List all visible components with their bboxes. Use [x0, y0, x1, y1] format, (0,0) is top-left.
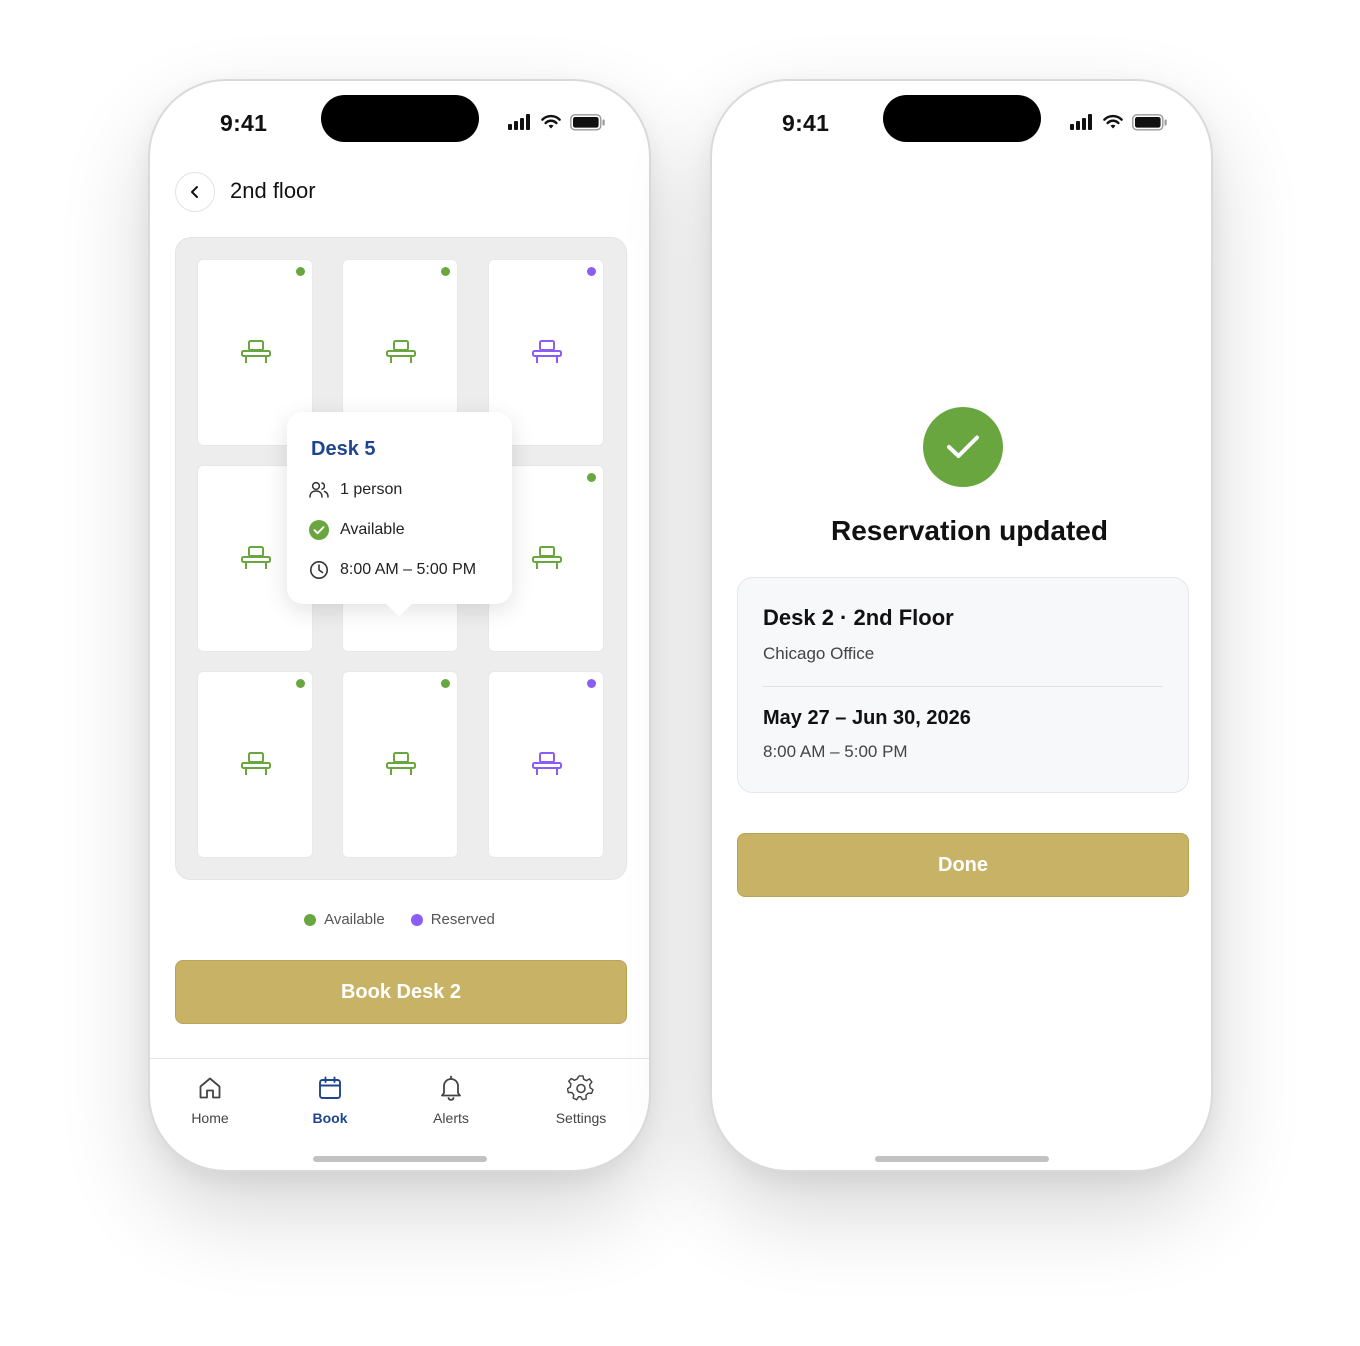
home-icon: [195, 1073, 225, 1103]
reserved-dot: [410, 913, 423, 926]
tooltip-capacity: 1 person: [309, 480, 402, 500]
bell-icon: [436, 1073, 466, 1103]
legend-available: Available: [304, 911, 385, 928]
tab-home[interactable]: Home: [160, 1073, 260, 1126]
status-dot: [587, 679, 596, 688]
desk-tile-8[interactable]: [342, 671, 458, 858]
chevron-left-icon: [191, 186, 198, 198]
clock-icon: [309, 560, 329, 580]
dynamic-island: [883, 95, 1041, 142]
summary-location: Chicago Office: [763, 644, 875, 663]
reservation-summary-card: Desk 2 · 2nd Floor Chicago Office May 27…: [737, 577, 1189, 793]
wifi-icon: [1103, 114, 1123, 129]
tab-alerts[interactable]: Alerts: [401, 1073, 501, 1126]
tooltip-capacity-text: 1 person: [340, 481, 403, 498]
check-circle-icon: [309, 520, 329, 540]
legend-available-label: Available: [324, 911, 385, 928]
tooltip-title: Desk 5: [311, 438, 376, 460]
signal-icon: [508, 114, 530, 130]
tab-home-label: Home: [191, 1110, 229, 1126]
desk-tooltip: Desk 5 1 person Available 8:00 AM – 5:00…: [287, 412, 512, 604]
status-time: 9:41: [782, 110, 830, 136]
desk-icon: [386, 340, 416, 363]
desk-icon: [386, 752, 416, 775]
summary-dates: May 27 – Jun 30, 2026: [763, 707, 971, 729]
tab-bar: Home Book Alerts Settings: [150, 1058, 649, 1170]
tooltip-availability: Available: [309, 520, 405, 540]
phone-floor-map: 9:41 2nd floor Desk 5 1 person Available: [148, 79, 651, 1172]
battery-icon: [1132, 114, 1167, 131]
gear-icon: [566, 1073, 596, 1103]
tab-settings[interactable]: Settings: [531, 1073, 631, 1126]
dynamic-island: [321, 95, 479, 142]
signal-icon: [1070, 114, 1092, 130]
tooltip-hours-text: 8:00 AM – 5:00 PM: [340, 561, 477, 578]
done-button[interactable]: Done: [737, 833, 1189, 897]
summary-hours: 8:00 AM – 5:00 PM: [763, 742, 908, 761]
desk-tile-7[interactable]: [197, 671, 313, 858]
status-icons: [508, 114, 608, 132]
tab-settings-label: Settings: [555, 1110, 607, 1126]
people-icon: [309, 480, 329, 500]
wifi-icon: [541, 114, 561, 129]
checkmark-icon: [947, 435, 979, 458]
phone-confirmation: 9:41 Reservation updated Desk 2 · 2nd Fl…: [710, 79, 1213, 1172]
tab-alerts-label: Alerts: [433, 1110, 469, 1126]
calendar-icon: [315, 1073, 345, 1103]
legend: Available Reserved: [150, 911, 649, 928]
back-button[interactable]: [175, 172, 215, 212]
page-title: 2nd floor: [230, 178, 316, 203]
desk-icon: [241, 340, 271, 363]
summary-desk: Desk 2 · 2nd Floor: [763, 605, 954, 630]
summary-divider: [763, 686, 1163, 687]
status-time: 9:41: [220, 110, 268, 136]
confirmation-title: Reservation updated: [831, 515, 1108, 546]
book-desk-button[interactable]: Book Desk 2: [175, 960, 627, 1024]
legend-reserved: Reserved: [410, 911, 495, 928]
desk-icon: [532, 340, 562, 363]
status-dot: [441, 267, 450, 276]
status-dot: [587, 473, 596, 482]
desk-icon: [532, 546, 562, 569]
legend-reserved-label: Reserved: [430, 911, 495, 928]
status-dot: [441, 679, 450, 688]
desk-icon: [532, 752, 562, 775]
tooltip-availability-text: Available: [340, 521, 405, 538]
status-dot: [587, 267, 596, 276]
tab-book[interactable]: Book: [280, 1073, 380, 1126]
tab-book-label: Book: [312, 1110, 348, 1126]
success-badge: [923, 407, 1003, 487]
battery-icon: [570, 114, 605, 131]
tooltip-hours: 8:00 AM – 5:00 PM: [309, 560, 476, 580]
available-dot: [304, 913, 317, 926]
status-dot: [296, 267, 305, 276]
desk-icon: [241, 752, 271, 775]
status-dot: [296, 679, 305, 688]
desk-tile-9[interactable]: [488, 671, 604, 858]
home-indicator: [875, 1156, 1049, 1162]
desk-icon: [241, 546, 271, 569]
status-icons: [1070, 114, 1170, 132]
home-indicator: [313, 1156, 487, 1162]
